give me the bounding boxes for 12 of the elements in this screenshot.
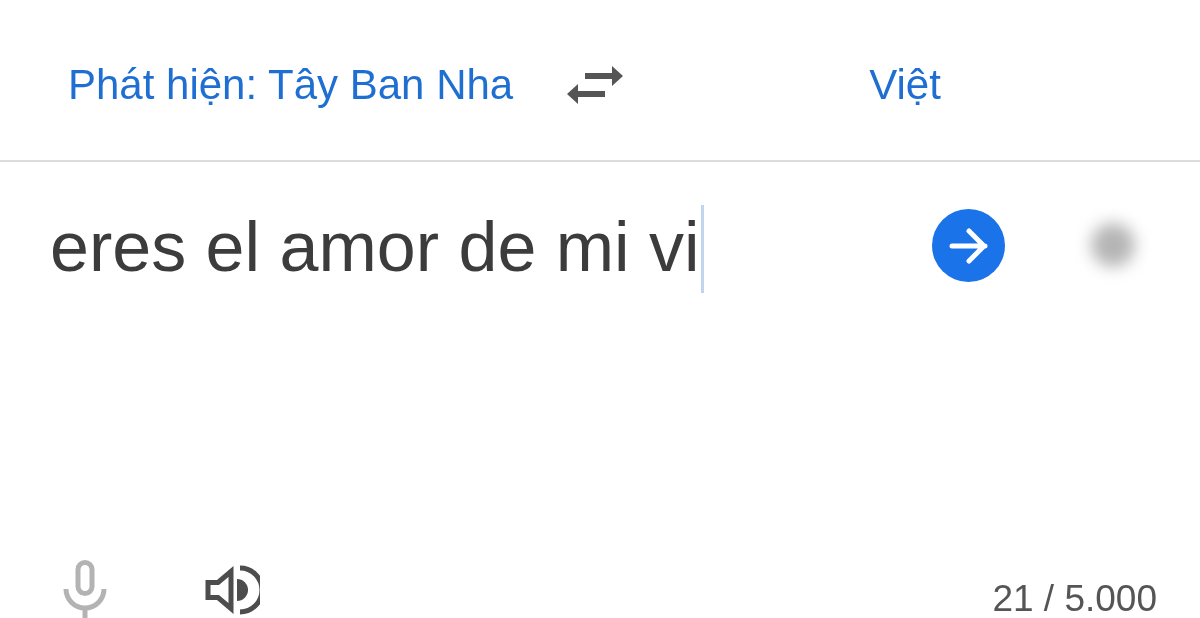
blurred-icon [1091, 223, 1135, 267]
source-language-button[interactable]: Phát hiện: Tây Ban Nha [68, 60, 514, 110]
swap-icon [567, 66, 624, 104]
arrow-right-icon [948, 227, 989, 264]
text-input-field[interactable]: eres el amor de mi vi [0, 205, 900, 293]
input-text: eres el amor de mi vi [50, 207, 700, 288]
character-count: 21 / 5.000 [992, 578, 1157, 618]
swap-languages-button[interactable] [567, 66, 624, 104]
microphone-icon [62, 560, 108, 618]
target-language-button[interactable]: Việt [869, 60, 941, 110]
speaker-icon [205, 565, 260, 615]
speaker-button[interactable] [205, 565, 260, 615]
